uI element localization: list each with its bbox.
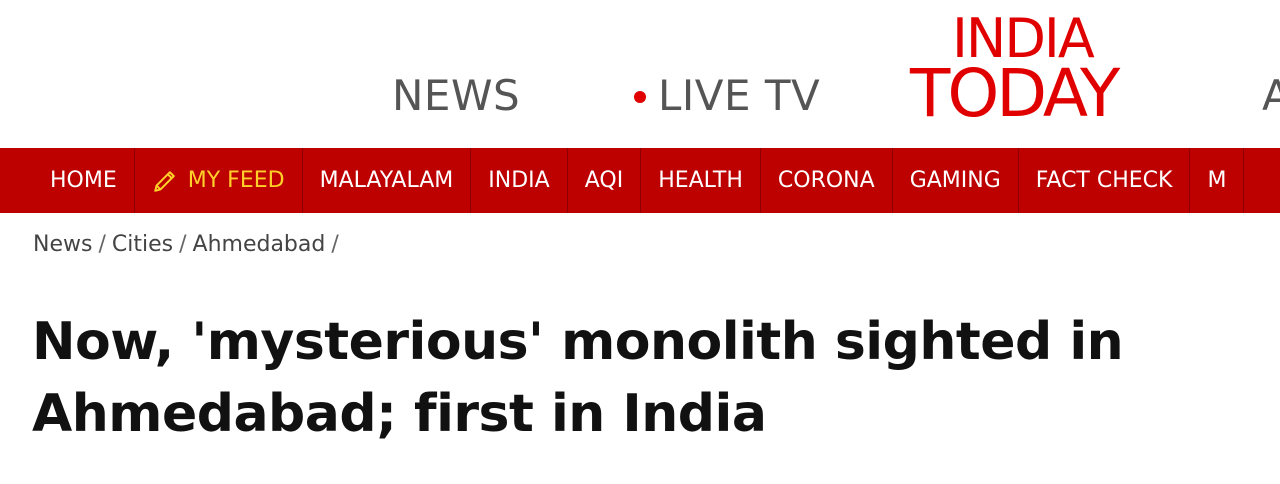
breadcrumb-separator: /	[179, 232, 187, 257]
india-today-logo[interactable]: INDIA TODAY	[910, 12, 1170, 132]
breadcrumb-separator: /	[331, 232, 339, 257]
nav-item-corona[interactable]: CORONA	[761, 148, 893, 213]
header-link-partial[interactable]: A	[1262, 70, 1280, 122]
nav-item-my-feed[interactable]: MY FEED	[135, 148, 303, 213]
breadcrumb-news[interactable]: News	[33, 232, 92, 257]
nav-item-health[interactable]: HEALTH	[641, 148, 761, 213]
nav-item-aqi[interactable]: AQI	[568, 148, 642, 213]
nav-item-home[interactable]: HOME	[0, 148, 135, 213]
news-link[interactable]: NEWS	[392, 70, 520, 122]
nav-item-more-partial[interactable]: M	[1190, 148, 1245, 213]
nav-item-india[interactable]: INDIA	[471, 148, 568, 213]
nav-item-gaming[interactable]: GAMING	[893, 148, 1019, 213]
live-tv-label: LIVE TV	[658, 71, 821, 120]
breadcrumb-separator: /	[98, 232, 106, 257]
breadcrumb-cities[interactable]: Cities	[112, 232, 173, 257]
logo-line-2: TODAY	[910, 55, 1120, 132]
live-tv-link[interactable]: LIVE TV	[634, 70, 820, 122]
breadcrumb-ahmedabad[interactable]: Ahmedabad	[193, 232, 326, 257]
pencil-icon	[154, 170, 175, 192]
top-header: NEWS LIVE TV INDIA TODAY A	[0, 0, 1280, 148]
nav-item-malayalam[interactable]: MALAYALAM	[303, 148, 472, 213]
nav-item-my-feed-label: MY FEED	[187, 168, 285, 193]
nav-item-fact-check[interactable]: FACT CHECK	[1019, 148, 1191, 213]
live-dot-icon	[634, 91, 646, 103]
main-nav: HOME MY FEED MALAYALAM INDIA AQI HEALTH …	[0, 148, 1280, 213]
breadcrumb: News / Cities / Ahmedabad /	[33, 232, 339, 257]
article-headline: Now, 'mysterious' monolith sighted in Ah…	[32, 312, 1124, 444]
